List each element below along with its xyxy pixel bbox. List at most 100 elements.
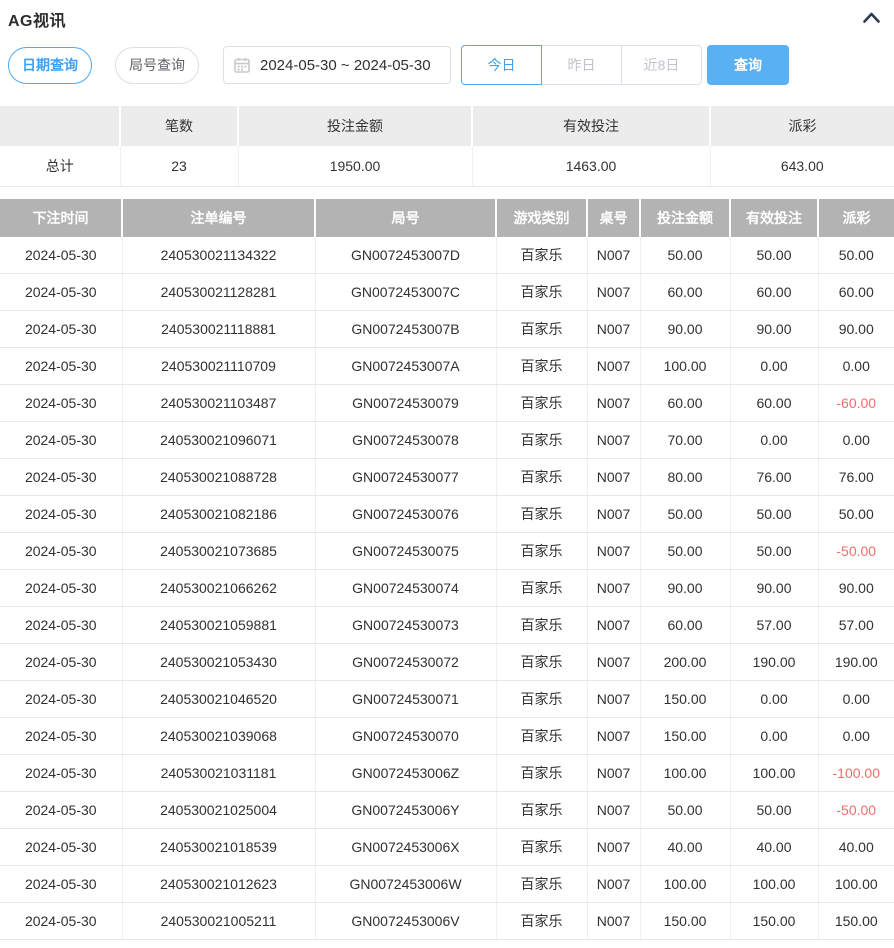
cell-valid-bet: 0.00 — [730, 422, 818, 459]
cell-round-no: GN0072453007B — [315, 311, 496, 348]
cell-game-type: 百家乐 — [496, 385, 587, 422]
cell-game-type: 百家乐 — [496, 348, 587, 385]
summary-header-payout: 派彩 — [710, 106, 894, 146]
bet-record-row: 2024-05-30 240530021012623 GN0072453006W… — [0, 866, 894, 903]
cell-payout: -50.00 — [818, 792, 894, 829]
cell-valid-bet: 50.00 — [730, 496, 818, 533]
cell-bet-time: 2024-05-30 — [0, 903, 122, 940]
cell-valid-bet: 90.00 — [730, 311, 818, 348]
cell-round-no: GN0072453006V — [315, 903, 496, 940]
cell-round-no: GN00724530070 — [315, 718, 496, 755]
summary-total-label: 总计 — [0, 146, 120, 186]
cell-bet-time: 2024-05-30 — [0, 792, 122, 829]
date-query-tab[interactable]: 日期查询 — [8, 47, 92, 84]
cell-payout: 60.00 — [818, 274, 894, 311]
cell-table-no: N007 — [587, 570, 640, 607]
cell-bet-no: 240530021082186 — [122, 496, 315, 533]
cell-round-no: GN00724530073 — [315, 607, 496, 644]
cell-payout: -60.00 — [818, 385, 894, 422]
collapse-button[interactable] — [861, 9, 882, 28]
cell-bet-time: 2024-05-30 — [0, 570, 122, 607]
bet-record-row: 2024-05-30 240530021073685 GN00724530075… — [0, 533, 894, 570]
cell-valid-bet: 76.00 — [730, 459, 818, 496]
cell-bet-time: 2024-05-30 — [0, 644, 122, 681]
bet-record-row: 2024-05-30 240530021082186 GN00724530076… — [0, 496, 894, 533]
summary-total-row: 总计 23 1950.00 1463.00 643.00 — [0, 146, 894, 186]
cell-bet-no: 240530021012623 — [122, 866, 315, 903]
cell-bet-no: 240530021066262 — [122, 570, 315, 607]
cell-round-no: GN0072453007C — [315, 274, 496, 311]
cell-bet-no: 240530021046520 — [122, 681, 315, 718]
cell-bet-amount: 150.00 — [640, 681, 730, 718]
bet-record-row: 2024-05-30 240530021066262 GN00724530074… — [0, 570, 894, 607]
cell-bet-no: 240530021018539 — [122, 829, 315, 866]
quick-range-yesterday[interactable]: 昨日 — [541, 45, 622, 85]
cell-valid-bet: 100.00 — [730, 866, 818, 903]
bet-record-row: 2024-05-30 240530021059881 GN00724530073… — [0, 607, 894, 644]
cell-table-no: N007 — [587, 866, 640, 903]
cell-round-no: GN0072453006W — [315, 866, 496, 903]
cell-payout: -50.00 — [818, 533, 894, 570]
cell-game-type: 百家乐 — [496, 644, 587, 681]
cell-game-type: 百家乐 — [496, 311, 587, 348]
cell-bet-time: 2024-05-30 — [0, 718, 122, 755]
bet-record-row: 2024-05-30 240530021039068 GN00724530070… — [0, 718, 894, 755]
cell-table-no: N007 — [587, 533, 640, 570]
cell-bet-no: 240530021103487 — [122, 385, 315, 422]
cell-bet-time: 2024-05-30 — [0, 311, 122, 348]
cell-table-no: N007 — [587, 385, 640, 422]
summary-total-bet-amount: 1950.00 — [238, 146, 472, 186]
cell-table-no: N007 — [587, 644, 640, 681]
cell-bet-amount: 150.00 — [640, 718, 730, 755]
cell-payout: 100.00 — [818, 866, 894, 903]
cell-bet-time: 2024-05-30 — [0, 607, 122, 644]
cell-valid-bet: 40.00 — [730, 829, 818, 866]
cell-bet-no: 240530021005211 — [122, 903, 315, 940]
cell-bet-no: 240530021110709 — [122, 348, 315, 385]
cell-payout: 50.00 — [818, 237, 894, 274]
cell-table-no: N007 — [587, 311, 640, 348]
cell-bet-time: 2024-05-30 — [0, 385, 122, 422]
cell-table-no: N007 — [587, 903, 640, 940]
cell-bet-amount: 70.00 — [640, 422, 730, 459]
header-bet-time: 下注时间 — [0, 199, 122, 237]
header-valid-bet: 有效投注 — [730, 199, 818, 237]
cell-round-no: GN00724530079 — [315, 385, 496, 422]
cell-bet-amount: 50.00 — [640, 237, 730, 274]
bet-record-row: 2024-05-30 240530021128281 GN0072453007C… — [0, 274, 894, 311]
quick-range-today[interactable]: 今日 — [461, 45, 542, 85]
calendar-icon — [234, 57, 250, 73]
cell-game-type: 百家乐 — [496, 459, 587, 496]
search-button[interactable]: 查询 — [707, 45, 789, 85]
cell-bet-time: 2024-05-30 — [0, 496, 122, 533]
bet-record-row: 2024-05-30 240530021096071 GN00724530078… — [0, 422, 894, 459]
cell-table-no: N007 — [587, 348, 640, 385]
cell-table-no: N007 — [587, 237, 640, 274]
cell-game-type: 百家乐 — [496, 533, 587, 570]
cell-round-no: GN0072453007A — [315, 348, 496, 385]
cell-table-no: N007 — [587, 829, 640, 866]
cell-game-type: 百家乐 — [496, 570, 587, 607]
page-title: AG视讯 — [8, 7, 66, 31]
cell-bet-time: 2024-05-30 — [0, 274, 122, 311]
cell-round-no: GN00724530077 — [315, 459, 496, 496]
cell-bet-no: 240530021053430 — [122, 644, 315, 681]
round-query-tab[interactable]: 局号查询 — [115, 47, 199, 84]
cell-valid-bet: 50.00 — [730, 533, 818, 570]
cell-round-no: GN00724530072 — [315, 644, 496, 681]
cell-payout: 76.00 — [818, 459, 894, 496]
cell-table-no: N007 — [587, 274, 640, 311]
date-range-input[interactable]: 2024-05-30 ~ 2024-05-30 — [223, 46, 451, 84]
cell-bet-amount: 50.00 — [640, 496, 730, 533]
bet-record-row: 2024-05-30 240530021031181 GN0072453006Z… — [0, 755, 894, 792]
header-game-type: 游戏类别 — [496, 199, 587, 237]
cell-bet-time: 2024-05-30 — [0, 459, 122, 496]
summary-total-payout: 643.00 — [710, 146, 894, 186]
cell-valid-bet: 60.00 — [730, 274, 818, 311]
quick-range-last-8-days[interactable]: 近8日 — [621, 45, 702, 85]
cell-valid-bet: 50.00 — [730, 792, 818, 829]
bet-record-row: 2024-05-30 240530021134322 GN0072453007D… — [0, 237, 894, 274]
cell-game-type: 百家乐 — [496, 829, 587, 866]
cell-payout: 0.00 — [818, 348, 894, 385]
bet-record-row: 2024-05-30 240530021110709 GN0072453007A… — [0, 348, 894, 385]
